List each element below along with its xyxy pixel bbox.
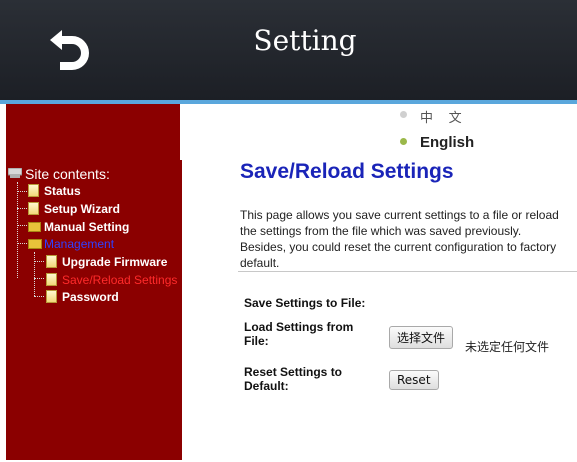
document-icon xyxy=(46,273,57,286)
open-folder-icon xyxy=(28,239,42,249)
no-file-selected-text: 未选定任何文件 xyxy=(465,340,550,354)
header-bar: Setting xyxy=(0,0,577,100)
document-icon xyxy=(28,184,39,197)
tree-branch xyxy=(17,208,27,209)
sidebar-item-label: Status xyxy=(44,184,81,198)
tree-branch xyxy=(34,261,44,262)
choose-file-button[interactable]: 选择文件 xyxy=(389,326,454,349)
sidebar-item-label: Setup Wizard xyxy=(44,202,120,216)
sidebar-item-label: Password xyxy=(62,290,119,304)
tree-branch xyxy=(34,296,44,297)
tree-branch xyxy=(17,191,27,192)
sidebar-item-label: Upgrade Firmware xyxy=(62,255,168,269)
save-settings-label: Save Settings to File: xyxy=(244,296,366,310)
reset-settings-label: Reset Settings to Default: xyxy=(244,365,343,393)
tree-branch xyxy=(17,243,27,244)
computer-icon xyxy=(8,168,22,178)
load-settings-label: Load Settings from File: xyxy=(244,320,354,348)
page-title: Save/Reload Settings xyxy=(240,160,454,183)
document-icon xyxy=(46,255,57,268)
page-header-title: Setting xyxy=(253,24,357,57)
tree-guide-line xyxy=(34,252,35,296)
radio-dot-icon xyxy=(400,111,407,118)
tree-branch xyxy=(34,278,44,279)
folder-icon xyxy=(28,222,41,232)
tree-root-label: Site contents: xyxy=(25,166,110,182)
document-icon xyxy=(46,290,57,303)
reset-button[interactable]: Reset xyxy=(389,370,439,390)
sidebar-item-label: Manual Setting xyxy=(44,220,130,234)
language-label: 中 文 xyxy=(420,110,468,125)
sidebar-item-label: Management xyxy=(44,237,115,251)
page-description: This page allows you save current settin… xyxy=(240,208,559,270)
document-icon xyxy=(28,202,39,215)
tree-guide-line xyxy=(17,182,18,278)
radio-dot-selected-icon xyxy=(400,138,407,145)
sidebar-notch xyxy=(180,104,196,160)
divider xyxy=(238,271,577,272)
tree-branch xyxy=(17,225,27,226)
sidebar-item-label: Save/Reload Settings xyxy=(62,273,178,287)
language-label: English xyxy=(420,134,475,151)
